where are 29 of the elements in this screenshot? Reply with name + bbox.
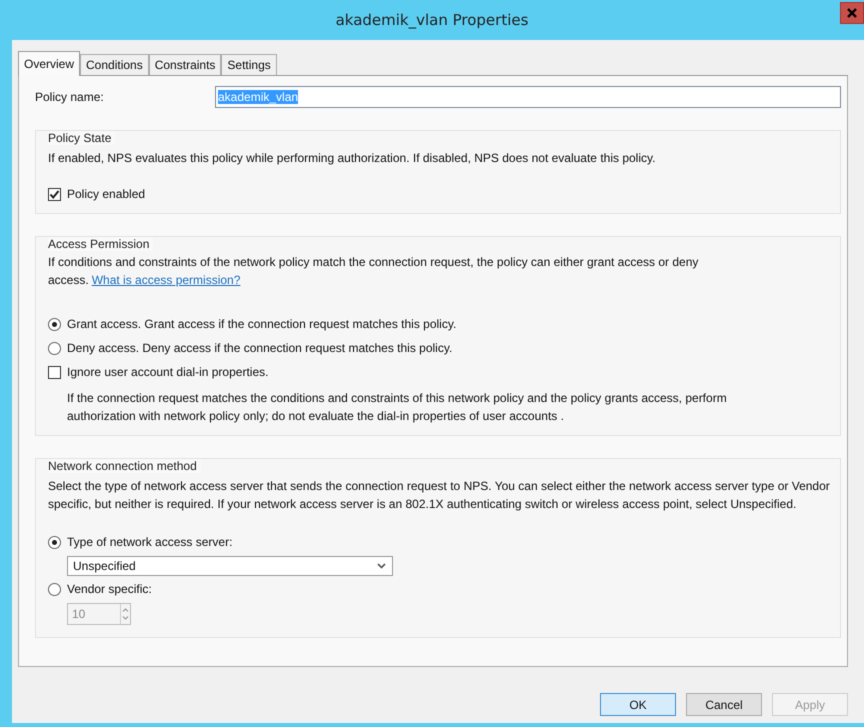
close-icon: [847, 8, 857, 18]
window-title: akademik_vlan Properties: [336, 11, 528, 29]
checkbox-label: Policy enabled: [67, 187, 146, 201]
radio-button[interactable]: [48, 582, 61, 596]
tab[interactable]: Constraints: [148, 54, 222, 75]
server-type-dropdown[interactable]: Unspecified: [67, 556, 393, 576]
tab[interactable]: Conditions: [80, 54, 149, 75]
radio-button[interactable]: [48, 318, 61, 330]
checkbox[interactable]: [48, 366, 61, 378]
dialog-button[interactable]: OK: [600, 693, 676, 716]
tab[interactable]: Overview: [18, 51, 80, 76]
close-button[interactable]: [840, 2, 864, 24]
description: If enabled, NPS evaluates this policy while performing authorization. If disabled, NPS does not evaluate this policy.: [48, 150, 656, 167]
note-text: If the connection request matches the conditions and constraints of this network policy and the policy grants access, perform authorization with network policy only; do not evaluate the dial-in properties of user accounts .: [67, 390, 728, 425]
description: If conditions and constraints of the network policy match the connection request, the policy can either grant access or deny access. What is access permission?: [48, 254, 700, 289]
policy-name-label: Policy name:: [35, 90, 105, 104]
radio-label: Vendor specific:: [67, 582, 152, 596]
help-link[interactable]: What is access permission?: [92, 273, 240, 287]
radio-button[interactable]: [48, 536, 61, 548]
radio-label: Deny access. Deny access if the connection request matches this policy.: [67, 341, 452, 355]
checkbox[interactable]: [48, 188, 61, 200]
description: Select the type of network access server that sends the connection request to NPS. You can select either the network access server type or Vendor specific, but neither is required. If your network access server is an 802.1X authenticating switch or wireless access point, select Unspecified.: [48, 478, 830, 513]
tab[interactable]: Settings: [221, 54, 277, 75]
radio-button[interactable]: [48, 342, 61, 354]
chevron-down-icon: [377, 563, 386, 569]
radio-label: Type of network access server:: [67, 535, 232, 549]
radio-label: Grant access. Grant access if the connection request matches this policy.: [67, 317, 456, 331]
dialog-button[interactable]: Cancel: [686, 693, 762, 716]
checkbox-label: Ignore user account dial-in properties.: [67, 365, 268, 379]
